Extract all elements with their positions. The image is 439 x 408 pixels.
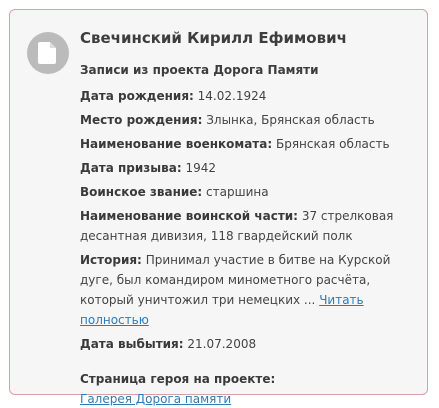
enlistment-office-value: Брянская область — [275, 137, 390, 151]
hero-page-label: Страница героя на проекте: — [80, 372, 276, 386]
birth-place-value: Злынка, Брянская область — [206, 113, 375, 127]
field-birth-date: Дата рождения: 14.02.1924 — [80, 86, 420, 106]
field-unit: Наименование воинской части: 37 стрелков… — [80, 206, 420, 246]
rank-value: старшина — [206, 185, 269, 199]
draft-date-label: Дата призыва: — [80, 161, 182, 175]
record-content: Свечинский Кирилл Ефимович Записи из про… — [80, 28, 420, 408]
rank-label: Воинское звание: — [80, 185, 203, 199]
departure-date-label: Дата выбытия: — [80, 337, 184, 351]
field-enlistment-office: Наименование военкомата: Брянская област… — [80, 134, 420, 154]
enlistment-office-label: Наименование военкомата: — [80, 137, 273, 151]
birth-date-value: 14.02.1924 — [197, 89, 267, 103]
birth-date-label: Дата рождения: — [80, 89, 194, 103]
field-draft-date: Дата призыва: 1942 — [80, 158, 420, 178]
memory-record-card: Свечинский Кирилл Ефимович Записи из про… — [9, 9, 428, 406]
field-history: История: Принимал участие в битве на Кур… — [80, 250, 420, 330]
document-icon — [27, 32, 69, 74]
departure-date-value: 21.07.2008 — [187, 337, 257, 351]
project-title: Записи из проекта Дорога Памяти — [80, 63, 319, 77]
field-rank: Воинское звание: старшина — [80, 182, 420, 202]
document-glyph-icon — [38, 42, 56, 64]
hero-gallery-link[interactable]: Галерея Дорога памяти — [80, 390, 231, 408]
field-birth-place: Место рождения: Злынка, Брянская область — [80, 110, 420, 130]
person-name: Свечинский Кирилл Ефимович — [80, 29, 347, 47]
draft-date-value: 1942 — [185, 161, 216, 175]
history-label: История: — [80, 253, 142, 267]
birth-place-label: Место рождения: — [80, 113, 203, 127]
unit-label: Наименование воинской части: — [80, 209, 298, 223]
field-departure-date: Дата выбытия: 21.07.2008 — [80, 334, 420, 354]
